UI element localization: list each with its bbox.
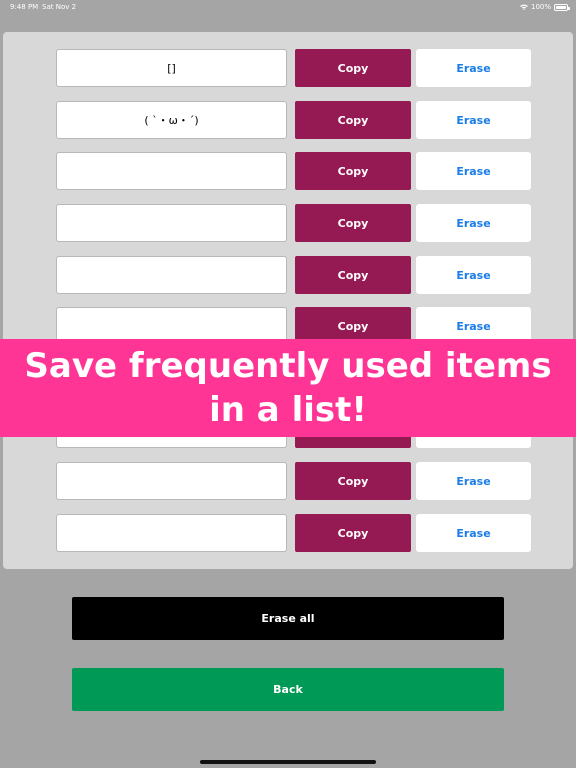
entry-field[interactable]: [56, 462, 287, 500]
list-item: [] Copy Erase: [3, 49, 573, 87]
list-item: Copy Erase: [3, 514, 573, 552]
battery-icon: [554, 3, 570, 11]
list-panel: [] Copy Erase ( ˋ・ω・ˊ) Copy Erase Copy E…: [3, 32, 573, 569]
home-indicator[interactable]: [200, 760, 376, 764]
copy-button[interactable]: Copy: [295, 462, 411, 500]
list-item: Copy Erase: [3, 204, 573, 242]
list-item: Copy Erase: [3, 256, 573, 294]
banner-line-1: Save frequently used items: [24, 346, 552, 386]
copy-button[interactable]: Copy: [295, 152, 411, 190]
erase-button[interactable]: Erase: [416, 256, 531, 294]
entry-field[interactable]: [56, 204, 287, 242]
status-bar: 9:48 PM Sat Nov 2 100%: [0, 0, 576, 14]
status-date: Sat Nov 2: [42, 3, 77, 11]
back-button[interactable]: Back: [72, 668, 504, 711]
erase-button[interactable]: Erase: [416, 152, 531, 190]
wifi-icon: [519, 4, 528, 10]
entry-field[interactable]: []: [56, 49, 287, 87]
entry-field[interactable]: [56, 152, 287, 190]
erase-all-button[interactable]: Erase all: [72, 597, 504, 640]
entry-field[interactable]: [56, 256, 287, 294]
copy-button[interactable]: Copy: [295, 256, 411, 294]
copy-button[interactable]: Copy: [295, 204, 411, 242]
list-item: Copy Erase: [3, 152, 573, 190]
entry-field[interactable]: [56, 514, 287, 552]
status-indicators: 100%: [519, 3, 570, 11]
erase-button[interactable]: Erase: [416, 514, 531, 552]
erase-button[interactable]: Erase: [416, 101, 531, 139]
copy-button[interactable]: Copy: [295, 514, 411, 552]
copy-button[interactable]: Copy: [295, 49, 411, 87]
status-time: 9:48 PM: [10, 3, 39, 11]
promo-banner: Save frequently used items in a list!: [0, 339, 576, 437]
banner-line-2: in a list!: [209, 390, 367, 430]
erase-button[interactable]: Erase: [416, 204, 531, 242]
copy-button[interactable]: Copy: [295, 101, 411, 139]
battery-percent: 100%: [530, 3, 551, 11]
erase-button[interactable]: Erase: [416, 462, 531, 500]
list-item: ( ˋ・ω・ˊ) Copy Erase: [3, 101, 573, 139]
list-item: Copy Erase: [3, 462, 573, 500]
entry-field[interactable]: ( ˋ・ω・ˊ): [56, 101, 287, 139]
erase-button[interactable]: Erase: [416, 49, 531, 87]
